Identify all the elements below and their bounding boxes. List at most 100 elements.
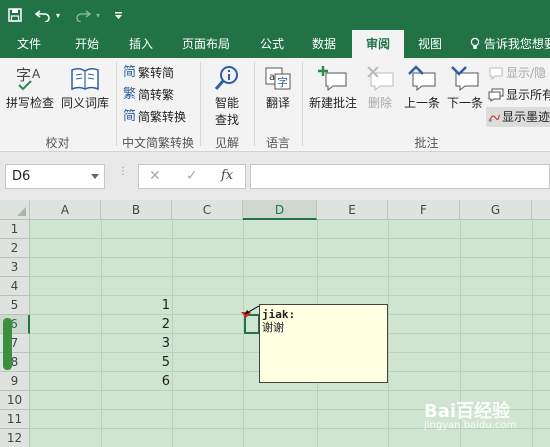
row-header-4[interactable]: 4 [0, 277, 30, 296]
show-hide-comment-button: 显示/隐 [488, 63, 546, 83]
translate-button[interactable]: a 字 翻译 [258, 64, 298, 111]
lightbulb-icon [470, 37, 480, 49]
column-header-b[interactable]: B [101, 200, 172, 220]
cancel-icon: ✕ [149, 168, 161, 184]
formula-controls: ✕ ✓ fx [138, 164, 246, 189]
row-header-12[interactable]: 12 [0, 429, 30, 447]
svg-text:A: A [32, 67, 41, 81]
show-all-comments-icon [488, 88, 504, 102]
delete-comment-icon [367, 66, 394, 92]
svg-text:a: a [269, 72, 275, 83]
tell-me-box[interactable]: 告诉我您想要 [470, 30, 550, 58]
cell-b9[interactable]: 6 [101, 372, 172, 391]
cell-b5[interactable]: 1 [101, 296, 172, 315]
simp-to-trad-button[interactable]: 繁 简转繁 [123, 85, 174, 105]
select-all-button[interactable] [0, 200, 30, 220]
translate-label: 翻译 [265, 96, 290, 110]
grid-line [30, 257, 550, 258]
undo-dropdown-icon[interactable]: ▾ [52, 0, 64, 30]
group-insights: 见解 [214, 136, 239, 150]
row-header-11[interactable]: 11 [0, 410, 30, 429]
row-header-9[interactable]: 9 [0, 372, 30, 391]
column-header-g[interactable]: G [460, 200, 532, 220]
new-comment-label: 新建批注 [308, 96, 357, 110]
name-box[interactable]: D6 [5, 164, 105, 189]
previous-comment-icon [408, 65, 436, 92]
thesaurus-label: 同义词库 [60, 96, 109, 110]
comment-connector-arrow [244, 305, 260, 315]
next-comment-label: 下一条 [446, 96, 483, 110]
tab-home[interactable]: 开始 [58, 30, 116, 58]
thesaurus-button[interactable]: 同义词库 [58, 64, 112, 111]
save-icon[interactable] [4, 0, 26, 30]
insert-function-icon[interactable]: fx [221, 168, 233, 183]
comment-author: jiak: [262, 308, 296, 321]
tab-formulas[interactable]: 公式 [246, 30, 298, 58]
row-header-1[interactable]: 1 [0, 220, 30, 239]
cell-b6[interactable]: 2 [101, 315, 172, 334]
tab-file[interactable]: 文件 [0, 30, 58, 58]
svg-text:字: 字 [277, 75, 288, 89]
spellcheck-label: 拼写检查 [5, 96, 54, 110]
trad-to-simp-label: 繁转简 [138, 66, 175, 80]
enter-icon: ✓ [186, 168, 198, 184]
row-header-10[interactable]: 10 [0, 391, 30, 410]
cell-b7[interactable]: 3 [101, 334, 172, 353]
previous-comment-button[interactable]: 上一条 [401, 64, 443, 111]
smart-lookup-button[interactable]: 智能 查找 [204, 64, 250, 128]
show-ink-button[interactable]: 显示墨迹 [486, 107, 550, 127]
row-header-3[interactable]: 3 [0, 258, 30, 277]
column-header-e[interactable]: E [317, 200, 388, 220]
tab-review[interactable]: 审阅 [352, 30, 404, 58]
smart-lookup-label-2: 查找 [214, 113, 239, 127]
column-header-a[interactable]: A [30, 200, 101, 220]
spellcheck-icon: 字 A [16, 66, 41, 91]
show-all-comments-label: 显示所有 [506, 88, 550, 102]
grid-line [30, 238, 550, 239]
tab-view[interactable]: 视图 [404, 30, 456, 58]
column-header-partial[interactable] [532, 200, 550, 220]
column-header-f[interactable]: F [388, 200, 460, 220]
name-box-value: D6 [12, 169, 31, 184]
comment-text: 谢谢 [262, 321, 284, 334]
row-scroll-handle[interactable] [3, 318, 12, 370]
show-all-comments-button[interactable]: 显示所有 [488, 85, 550, 105]
tab-page-layout[interactable]: 页面布局 [166, 30, 246, 58]
formula-input[interactable] [250, 164, 550, 189]
cell-b8[interactable]: 5 [101, 353, 172, 372]
tab-insert[interactable]: 插入 [116, 30, 166, 58]
column-header-d[interactable]: D [243, 200, 317, 220]
undo-icon[interactable] [34, 0, 52, 30]
next-comment-icon [451, 66, 479, 92]
redo-dropdown-icon: ▾ [95, 10, 100, 20]
formula-bar: D6 ⋮ ✕ ✓ fx [0, 152, 550, 200]
baidu-watermark-url: jingyan.baidu.com [424, 420, 517, 431]
cell-comment-box[interactable]: jiak: 谢谢 [259, 304, 388, 383]
trad-to-simp-button[interactable]: 简 繁转简 [123, 63, 174, 83]
show-hide-comment-icon [489, 67, 503, 80]
show-ink-label: 显示墨迹 [501, 110, 550, 124]
chinese-convert-button[interactable]: 简 简繁转换 [123, 107, 186, 127]
grid-line [30, 276, 550, 277]
spellcheck-button[interactable]: 字 A 拼写检查 [3, 64, 57, 111]
row-header-2[interactable]: 2 [0, 239, 30, 258]
tab-data[interactable]: 数据 [298, 30, 350, 58]
redo-icon [74, 0, 92, 30]
formula-bar-grip-icon[interactable]: ⋮ [118, 167, 128, 177]
next-comment-button[interactable]: 下一条 [444, 64, 486, 111]
ribbon-review: 字 A 拼写检查 同义词库 校对 简 繁转简 繁 简转繁 简 简繁转换 中文简繁… [0, 58, 550, 152]
title-bar: ▾ ▾ [0, 0, 550, 30]
delete-comment-label: 删除 [367, 96, 392, 110]
customize-quick-access-icon[interactable] [112, 0, 124, 30]
new-comment-button[interactable]: 新建批注 [306, 64, 360, 111]
translate-icon: a 字 [265, 67, 291, 90]
chevron-down-icon[interactable] [91, 174, 99, 179]
column-header-c[interactable]: C [172, 200, 243, 220]
smart-lookup-icon [214, 66, 238, 90]
select-all-icon [17, 207, 26, 216]
group-chinese-conversion: 中文简繁转换 [121, 136, 194, 150]
row-header-5[interactable]: 5 [0, 296, 30, 315]
show-ink-icon [488, 114, 500, 122]
new-comment-icon [318, 66, 347, 92]
simp-trad-icon: 繁 [123, 87, 137, 102]
